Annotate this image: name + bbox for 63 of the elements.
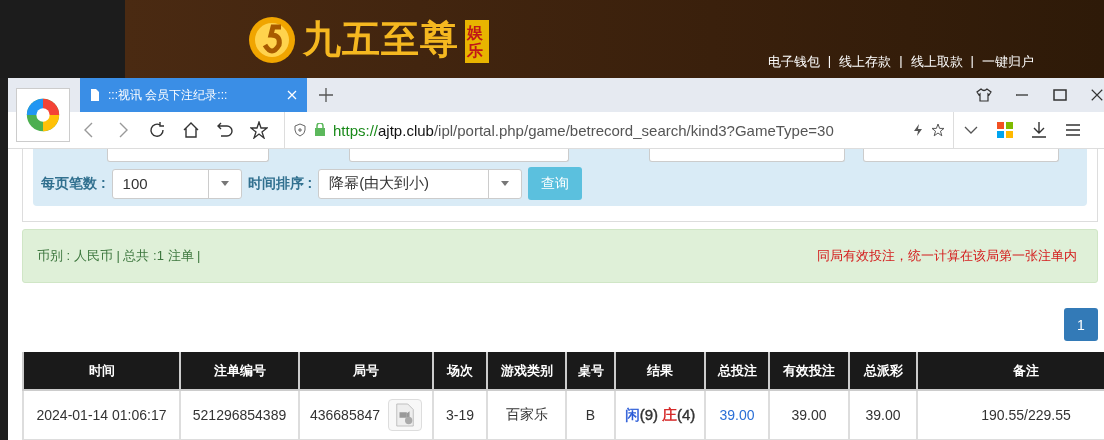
select-field[interactable] — [863, 149, 1059, 162]
site-link[interactable]: 一键归户 — [982, 53, 1034, 71]
table-cell: 百家乐 — [487, 390, 566, 440]
table-cell: 521296854389 — [180, 390, 299, 440]
page-icon — [90, 89, 100, 101]
video-file-icon[interactable] — [388, 399, 423, 431]
undo-icon[interactable] — [216, 121, 234, 139]
field-label: 时间排序 : — [247, 174, 313, 193]
lightning-icon[interactable] — [911, 123, 925, 137]
caret-icon[interactable] — [501, 181, 510, 186]
home-icon[interactable] — [182, 121, 200, 139]
select-field[interactable] — [107, 149, 269, 162]
table-cell: 39.00 — [849, 390, 917, 440]
star-icon[interactable] — [250, 121, 268, 139]
column-header: 时间 — [23, 352, 180, 390]
lock-icon — [313, 123, 327, 137]
bet-link[interactable]: 39.00 — [705, 390, 769, 440]
url-text[interactable]: https://ajtp.club/ipl/portal.php/game/betrecord_search/kind3?GameType=30 — [333, 121, 905, 139]
column-header: 游戏类别 — [487, 352, 566, 390]
column-header: 注单编号 — [180, 352, 299, 390]
site-logo-text: 九五至尊 — [303, 17, 459, 62]
column-header: 总派彩 — [849, 352, 917, 390]
column-header: 局号 — [299, 352, 433, 390]
maximize-icon[interactable] — [1052, 87, 1068, 103]
column-header: 桌号 — [566, 352, 615, 390]
select-field[interactable]: 降幂(由大到小) — [318, 168, 523, 199]
column-header: 有效投注 — [769, 352, 849, 390]
table-cell: 39.00 — [769, 390, 849, 440]
logo-icon — [247, 14, 297, 65]
summary-text: 币别 : 人民币 | 总共 :1 注单 | — [37, 247, 201, 265]
star-icon[interactable] — [931, 123, 945, 137]
menu-icon[interactable] — [1064, 121, 1082, 139]
site-link[interactable]: 电子钱包 — [767, 53, 820, 71]
table-cell: 3-19 — [433, 390, 487, 440]
column-header: 场次 — [433, 352, 487, 390]
link-separator: | — [827, 53, 832, 70]
browser-logo-icon — [16, 88, 70, 142]
new-tab-icon[interactable] — [319, 88, 333, 102]
close-icon[interactable] — [1090, 87, 1104, 103]
shirt-icon[interactable] — [976, 87, 992, 103]
table-cell: B — [566, 390, 615, 440]
link-separator: | — [970, 53, 974, 70]
select-field[interactable] — [649, 149, 845, 162]
table-cell-text: 436685847 — [309, 407, 381, 423]
link-separator: | — [899, 53, 903, 70]
site-link[interactable]: 线上存款 — [839, 53, 892, 71]
field-label: 每页笔数 : — [41, 174, 106, 193]
notice-text: 同局有效投注，统一计算在该局第一张注单内 — [817, 247, 1077, 265]
apps-grid-icon[interactable] — [996, 121, 1014, 139]
select-field[interactable] — [349, 149, 569, 162]
shield-icon[interactable] — [293, 123, 307, 137]
result-cell: 闲(9) 庄(4) — [615, 390, 705, 440]
site-link[interactable]: 线上取款 — [910, 53, 963, 71]
download-icon[interactable] — [1030, 121, 1048, 139]
site-badge: 娱乐 — [465, 20, 489, 64]
table-cell: 2024-01-14 01:06:17 — [23, 390, 180, 440]
column-header: 总投注 — [705, 352, 769, 390]
column-header: 结果 — [615, 352, 705, 390]
page-button[interactable]: 1 — [1064, 308, 1098, 341]
select-field[interactable]: 100 — [111, 168, 242, 199]
column-header: 备注 — [917, 352, 1104, 390]
caret-icon[interactable] — [220, 181, 229, 186]
reload-icon[interactable] — [148, 121, 166, 139]
